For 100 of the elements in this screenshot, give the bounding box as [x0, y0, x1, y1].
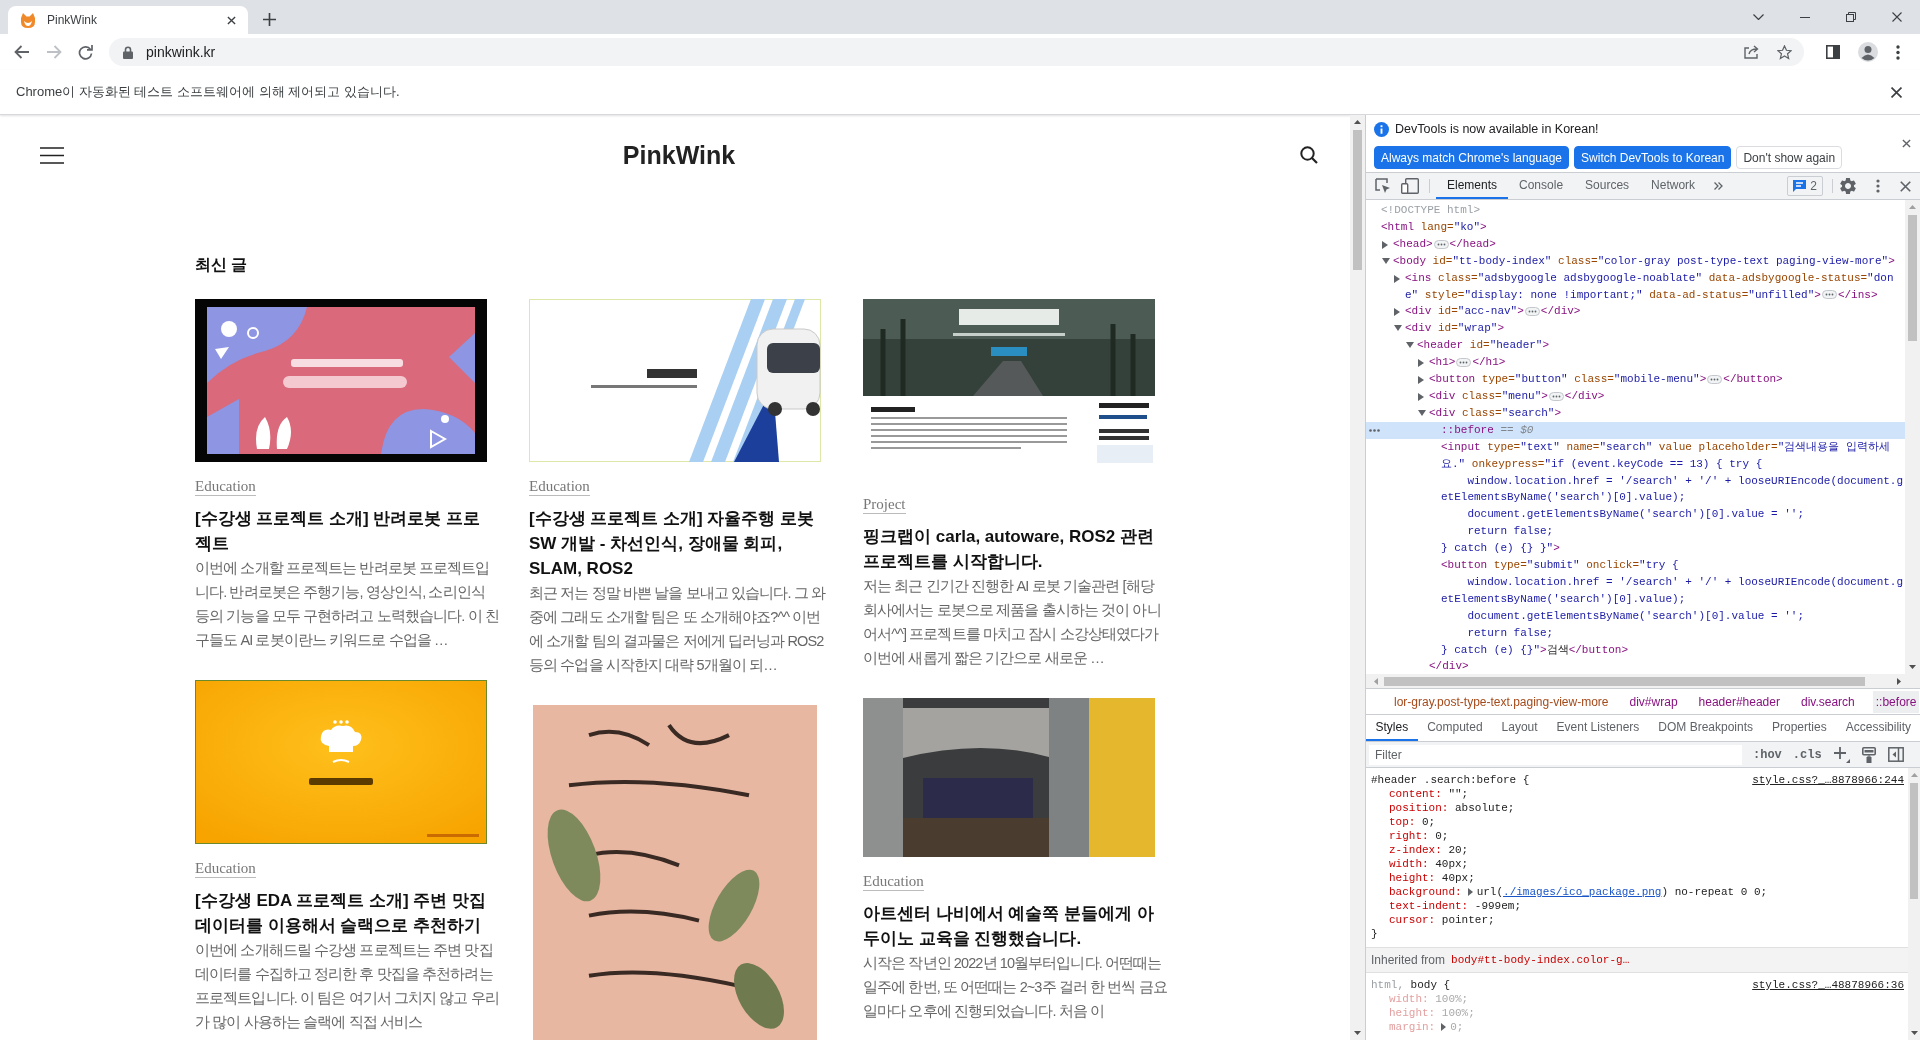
caret-down-icon[interactable] [1406, 342, 1414, 349]
scrollbar[interactable] [1908, 768, 1920, 1040]
panel-tab[interactable]: DOM Breakpoints [1648, 715, 1763, 741]
post-title[interactable]: 아트센터 나비에서 예술쪽 분들에게 아두이노 교육을 진행했습니다. [863, 901, 1155, 951]
caret-right-icon[interactable] [1382, 240, 1388, 249]
category-link[interactable]: Education [195, 860, 256, 878]
css-property-value[interactable]: absolute; [1455, 801, 1515, 815]
inspect-icon[interactable] [1375, 178, 1391, 194]
inherited-element-link[interactable]: body#tt-body-index.color-g… [1451, 953, 1630, 967]
notice-button[interactable]: Don't show again [1736, 146, 1843, 169]
css-property-name[interactable]: position: [1389, 801, 1449, 815]
dom-tree-row[interactable]: <div class="search"> [1366, 404, 1905, 422]
devtools-tab[interactable]: Sources [1574, 173, 1641, 199]
dom-tree-row[interactable]: <div id="wrap"> [1366, 320, 1905, 338]
css-property-value[interactable]: 40px; [1435, 857, 1469, 871]
avatar-icon[interactable] [1858, 42, 1878, 62]
dom-tree-row[interactable]: <ins class="adsbygoogle adsbygoogle-noablate" data-adsbygoogle-status="don e" style="display: none !important;" data-ad-status="unfilled"> </ins> [1366, 269, 1905, 304]
scroll-down-icon[interactable] [1910, 1031, 1918, 1035]
post-title[interactable]: [수강생 프로젝트 소개] 자율주행 로봇 SW 개발 - 차선인식, 장애물 회피, SLAM, ROS2 [529, 506, 821, 581]
scroll-down-icon[interactable] [1909, 665, 1916, 669]
scrollbar[interactable] [1350, 115, 1365, 1040]
toggle-button[interactable]: :hov [1753, 747, 1782, 762]
css-property-name[interactable]: right: [1389, 829, 1429, 843]
panel-tab[interactable]: Computed [1417, 715, 1493, 741]
scrollbar[interactable] [1366, 674, 1920, 688]
caret-right-icon[interactable] [1418, 376, 1424, 385]
caret-right-icon[interactable] [1418, 359, 1424, 368]
css-property-value[interactable]: 40px; [1441, 871, 1475, 885]
dom-tree-row[interactable]: <head> </head> [1366, 235, 1905, 253]
breadcrumb[interactable]: div.search [1797, 690, 1858, 713]
more-dots-icon[interactable] [1369, 428, 1380, 432]
browser-tab[interactable]: PinkWink [8, 6, 248, 34]
dom-tree-row[interactable]: <input type="text" name="search" value placeholder="검색내용을 입력하세 요." onkeypress="if (event.keyCode == 13) { try { window.location.href = '/search' + '/' + looseURIEncode(document.g etElementsByName('search')[0].value); document.getElementsByName('search')[0].value = ''; return false; } catch (e) {} }"> [1366, 438, 1905, 558]
post-title[interactable]: [수강생 프로젝트 소개] 반려로봇 프로젝트 [195, 506, 487, 556]
breadcrumb[interactable]: header#header [1695, 690, 1783, 713]
minimize-icon[interactable] [1800, 16, 1810, 18]
caret-down-icon[interactable] [1418, 409, 1426, 416]
category-link[interactable]: Education [529, 478, 590, 496]
caret-right-icon[interactable] [1467, 888, 1473, 896]
panel-tab[interactable]: Layout [1492, 715, 1548, 741]
restore-icon[interactable] [1846, 12, 1856, 22]
caret-right-icon[interactable] [1418, 392, 1424, 401]
scrollbar[interactable] [1905, 200, 1920, 674]
breadcrumb[interactable]: ::before [1872, 690, 1920, 713]
css-property-name[interactable]: cursor: [1389, 913, 1436, 927]
caret-right-icon[interactable] [1394, 274, 1400, 283]
source-link[interactable]: style.css?_…8878966:244 [1752, 773, 1904, 787]
caret-down-icon[interactable] [1382, 257, 1390, 264]
panel-tab[interactable]: Event Listeners [1547, 715, 1649, 741]
notice-button[interactable]: Switch DevTools to Korean [1574, 146, 1732, 169]
caret-down-icon[interactable] [1394, 325, 1402, 332]
css-property-value[interactable]: pointer; [1441, 913, 1495, 927]
post-title[interactable]: 핑크랩이 carla, autoware, ROS2 관련 프로젝트를 시작합니다. [863, 524, 1155, 574]
source-link[interactable]: style.css?_…48878966:36 [1752, 978, 1904, 992]
scrollbar-thumb[interactable] [1910, 783, 1918, 899]
plus-icon[interactable] [263, 13, 276, 26]
css-property-value[interactable]: -999em; [1474, 899, 1522, 913]
plus-icon[interactable] [1833, 746, 1850, 763]
scroll-down-icon[interactable] [1354, 1031, 1361, 1035]
css-property-value[interactable]: 0; [1422, 815, 1436, 829]
back-arrow-icon[interactable] [14, 45, 30, 59]
css-property-name[interactable]: width: [1389, 857, 1429, 871]
dom-tree-row[interactable]: <header id="header"> [1366, 337, 1905, 355]
breadcrumb[interactable]: lor-gray.post-type-text.paging-view-more [1391, 690, 1612, 713]
css-property-value[interactable]: 20; [1448, 843, 1469, 857]
category-link[interactable]: Education [195, 478, 256, 496]
paint-roller-icon[interactable] [1861, 746, 1876, 763]
css-property-name[interactable]: height: [1389, 871, 1436, 885]
close-icon[interactable] [227, 15, 236, 25]
chevron-down-icon[interactable] [1753, 14, 1764, 20]
search-icon[interactable] [1300, 146, 1318, 164]
css-property-value[interactable]: 0; [1435, 829, 1449, 843]
share-icon[interactable] [1744, 45, 1759, 59]
double-chevron-icon[interactable] [1714, 182, 1724, 190]
scroll-right-icon[interactable] [1897, 677, 1901, 685]
kebab-menu-icon[interactable] [1896, 44, 1900, 60]
toggle-button[interactable]: .cls [1792, 747, 1822, 762]
close-icon[interactable] [1902, 139, 1911, 148]
scrollbar-thumb[interactable] [1908, 215, 1917, 341]
dom-tree-row[interactable]: <div id="acc-nav"> </div> [1366, 303, 1905, 321]
css-property-name[interactable]: content: [1389, 787, 1442, 801]
kebab-menu-icon[interactable] [1876, 179, 1880, 193]
sidebar-toggle-icon[interactable] [1887, 747, 1904, 762]
dom-tree-row[interactable]: <h1> </h1> [1366, 354, 1905, 372]
site-title[interactable]: PinkWink [622, 140, 736, 170]
dom-tree-row[interactable]: <body id="tt-body-index" class="color-gray post-type-text paging-view-more"> [1366, 252, 1905, 270]
scrollbar-thumb[interactable] [1353, 130, 1362, 270]
panel-tab[interactable]: Properties [1762, 715, 1837, 741]
device-icon[interactable] [1401, 178, 1419, 194]
css-property-name[interactable]: z-index: [1389, 843, 1442, 857]
dom-tree-row[interactable]: <button type="submit" onclick="try { window.location.href = '/search' + '/' + looseURIEncode(document.g etElementsByName('search')[0].value); document.getElementsByName('search')[0].value = ''; return false; } catch (e) {}">검색</button> [1366, 557, 1905, 659]
css-property-name[interactable]: text-indent: [1389, 899, 1469, 913]
breadcrumb[interactable]: div#wrap [1626, 690, 1681, 713]
css-property-name[interactable]: background: [1389, 885, 1462, 899]
caret-right-icon[interactable] [1441, 1023, 1447, 1031]
devtools-tab[interactable]: Network [1640, 173, 1707, 199]
notice-button[interactable]: Always match Chrome's language [1374, 146, 1570, 169]
dom-tree-row[interactable]: </div> [1366, 658, 1905, 676]
css-property-name[interactable]: top: [1389, 815, 1416, 829]
url-link[interactable]: ./images/ico_package.png [1503, 886, 1662, 898]
